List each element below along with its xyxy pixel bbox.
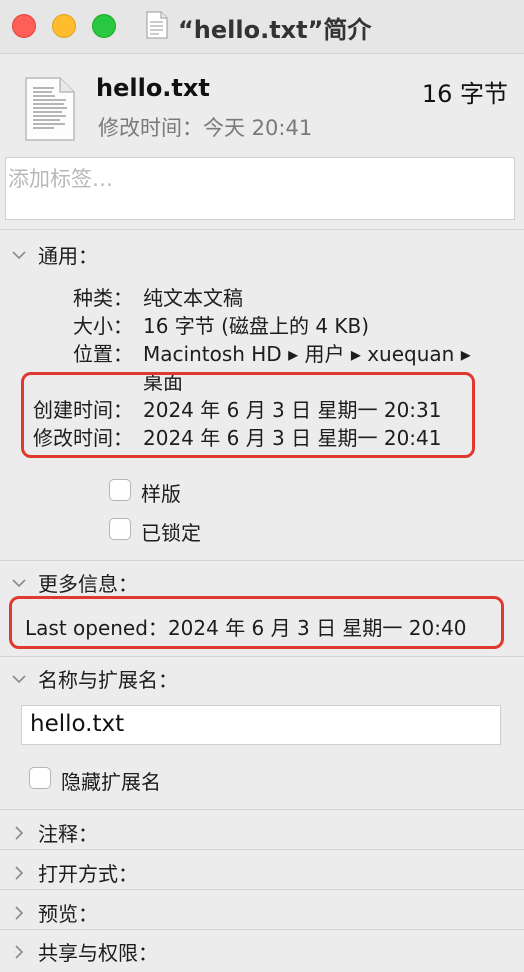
file-name-input[interactable]: hello.txt: [21, 705, 501, 745]
chevron-right-icon: [15, 825, 24, 840]
text-document-icon: [25, 77, 75, 141]
stationery-label: 样版: [141, 482, 181, 506]
section-comments-header[interactable]: 注释：: [10, 818, 98, 847]
modified-summary: 修改时间：今天 20:41: [98, 116, 313, 140]
divider: [0, 889, 524, 890]
section-open-with-header[interactable]: 打开方式：: [10, 858, 138, 887]
file-size: 16 字节: [421, 80, 508, 108]
section-preview-title: 预览：: [38, 902, 98, 926]
hide-extension-label: 隐藏扩展名: [61, 770, 161, 794]
size-value: 16 字节 (磁盘上的 4 KB): [143, 314, 370, 338]
tags-input[interactable]: 添加标签…: [5, 157, 515, 220]
section-sharing-header[interactable]: 共享与权限：: [10, 937, 158, 966]
minimize-window-button[interactable]: [52, 14, 76, 38]
chevron-down-icon: [12, 250, 26, 259]
section-name-ext-title: 名称与扩展名：: [38, 668, 178, 692]
chevron-right-icon: [15, 944, 24, 959]
section-open-with-title: 打开方式：: [38, 862, 138, 886]
divider: [0, 929, 524, 930]
title-bar: “hello.txt”简介: [0, 0, 524, 54]
where-value-path: Macintosh HD ▸ 用户 ▸ xuequan ▸: [143, 342, 471, 366]
section-sharing-title: 共享与权限：: [38, 941, 158, 965]
close-window-button[interactable]: [12, 14, 36, 38]
locked-label: 已锁定: [141, 521, 201, 545]
kind-label: 种类：: [73, 286, 133, 310]
section-general-header[interactable]: 通用：: [10, 240, 98, 269]
zoom-window-button[interactable]: [92, 14, 116, 38]
divider: [0, 809, 524, 810]
kind-value: 纯文本文稿: [143, 286, 243, 310]
divider: [0, 229, 524, 230]
window-title: “hello.txt”简介: [178, 16, 372, 44]
document-icon: [146, 11, 168, 39]
section-preview-header[interactable]: 预览：: [10, 898, 98, 927]
divider: [0, 849, 524, 850]
hide-extension-checkbox[interactable]: [29, 767, 51, 789]
section-name-ext-header[interactable]: 名称与扩展名：: [10, 664, 178, 693]
last-opened-label: Last opened：: [25, 616, 168, 640]
chevron-down-icon: [12, 674, 26, 683]
file-name: hello.txt: [96, 74, 210, 102]
last-opened-row: Last opened：2024 年 6 月 3 日 星期一 20:40: [25, 612, 466, 641]
where-label: 位置：: [73, 342, 133, 366]
locked-checkbox[interactable]: [109, 518, 131, 540]
highlight-box-dates: [21, 372, 475, 458]
last-opened-value: 2024 年 6 月 3 日 星期一 20:40: [167, 616, 467, 640]
chevron-right-icon: [15, 865, 24, 880]
section-comments-title: 注释：: [38, 822, 98, 846]
get-info-window: “hello.txt”简介 hello.txt 16 字节 修改时间：今天 20…: [0, 0, 524, 972]
section-more-info-header[interactable]: 更多信息：: [10, 568, 138, 597]
chevron-right-icon: [15, 905, 24, 920]
chevron-down-icon: [12, 578, 26, 587]
divider: [0, 560, 524, 561]
section-general-title: 通用：: [38, 244, 98, 268]
divider: [0, 656, 524, 657]
stationery-checkbox[interactable]: [109, 479, 131, 501]
section-more-info-title: 更多信息：: [38, 572, 138, 596]
size-label: 大小：: [73, 314, 133, 338]
